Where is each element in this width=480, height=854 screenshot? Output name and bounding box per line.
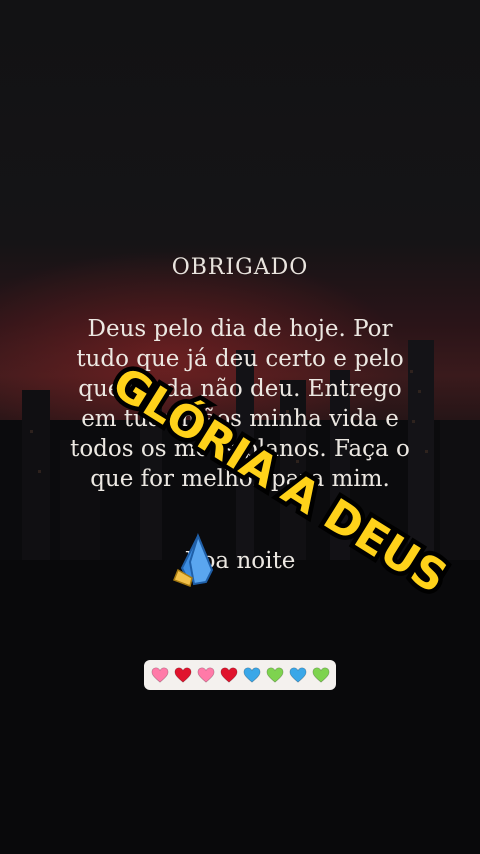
blue-heart-icon: [243, 667, 260, 683]
green-heart-icon: [266, 667, 283, 683]
green-heart-icon: [312, 667, 329, 683]
blue-heart-icon: [289, 667, 306, 683]
red-heart-icon: [174, 667, 191, 683]
pink-heart-icon: [197, 667, 214, 683]
pink-heart-icon: [151, 667, 168, 683]
red-heart-icon: [220, 667, 237, 683]
hearts-row: [144, 660, 336, 690]
page-title: OBRIGADO: [171, 255, 309, 280]
praying-hands-icon: [173, 533, 214, 587]
